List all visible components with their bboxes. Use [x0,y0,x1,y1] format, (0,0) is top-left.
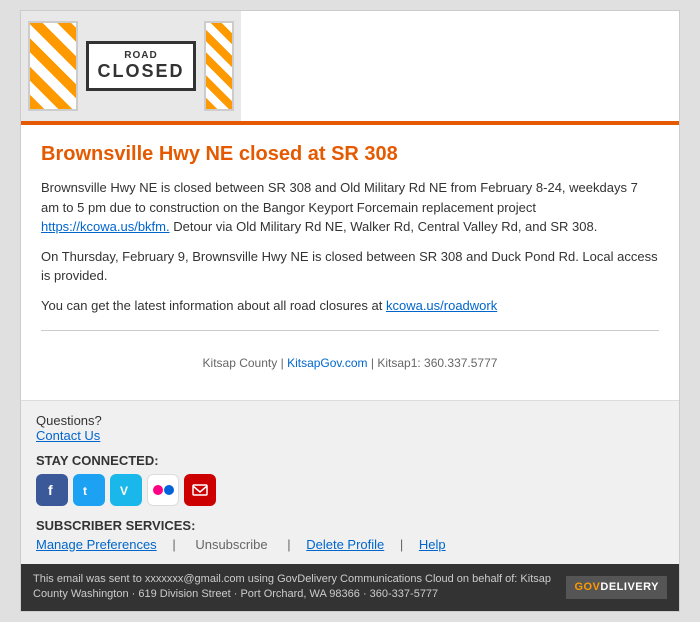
govdelivery-logo: GOVDELIVERY [566,576,667,599]
paragraph-3: You can get the latest information about… [41,296,659,316]
stay-connected-label: STAY CONNECTED: [36,453,664,468]
road-closed-image: ROAD CLOSED [21,11,241,121]
bottom-section: Questions? Contact Us STAY CONNECTED: f … [21,400,679,564]
paragraph-2: On Thursday, February 9, Brownsville Hwy… [41,247,659,286]
paragraph-1: Brownsville Hwy NE is closed between SR … [41,178,659,237]
svg-text:f: f [48,482,53,498]
legal-text: This email was sent to xxxxxxx@gmail.com… [33,572,556,603]
email-icon[interactable] [184,474,216,506]
twitter-icon[interactable]: t [73,474,105,506]
roadwork-link[interactable]: kcowa.us/roadwork [386,298,497,313]
content-divider [41,330,659,331]
email-header: ROAD CLOSED KITSAP COUNTY WASHINGTON [21,11,679,121]
footer-links: Kitsap County | KitsapGov.com | Kitsap1:… [41,346,659,380]
closed-text: CLOSED [97,61,184,82]
subscriber-links: Manage Preferences | Unsubscribe | Delet… [36,537,664,552]
facebook-icon[interactable]: f [36,474,68,506]
road-text: ROAD [97,50,184,61]
kitsapgov-link[interactable]: KitsapGov.com [287,356,367,370]
road-closed-sign: ROAD CLOSED [86,41,195,91]
unsubscribe-text: Unsubscribe [195,537,267,552]
hazard-stripes-left [28,21,78,111]
help-link[interactable]: Help [419,537,446,552]
email-content: Brownsville Hwy NE closed at SR 308 Brow… [21,125,679,400]
svg-text:t: t [83,484,87,498]
hazard-stripes-right [204,21,234,111]
very-bottom-bar: This email was sent to xxxxxxx@gmail.com… [21,564,679,611]
article-title: Brownsville Hwy NE closed at SR 308 [41,143,659,166]
delete-profile-link[interactable]: Delete Profile [306,537,384,552]
manage-preferences-link[interactable]: Manage Preferences [36,537,157,552]
vimeo-icon[interactable]: V [110,474,142,506]
flickr-icon[interactable] [147,474,179,506]
svg-text:V: V [120,484,128,498]
contact-us-link[interactable]: Contact Us [36,428,100,443]
subscriber-services-label: SUBSCRIBER SERVICES: [36,518,664,533]
bkfm-link[interactable]: https://kcowa.us/bkfm. [41,219,170,234]
questions-label: Questions? [36,413,102,428]
questions-block: Questions? Contact Us [36,413,664,443]
social-icons-row: f t V [36,474,664,506]
